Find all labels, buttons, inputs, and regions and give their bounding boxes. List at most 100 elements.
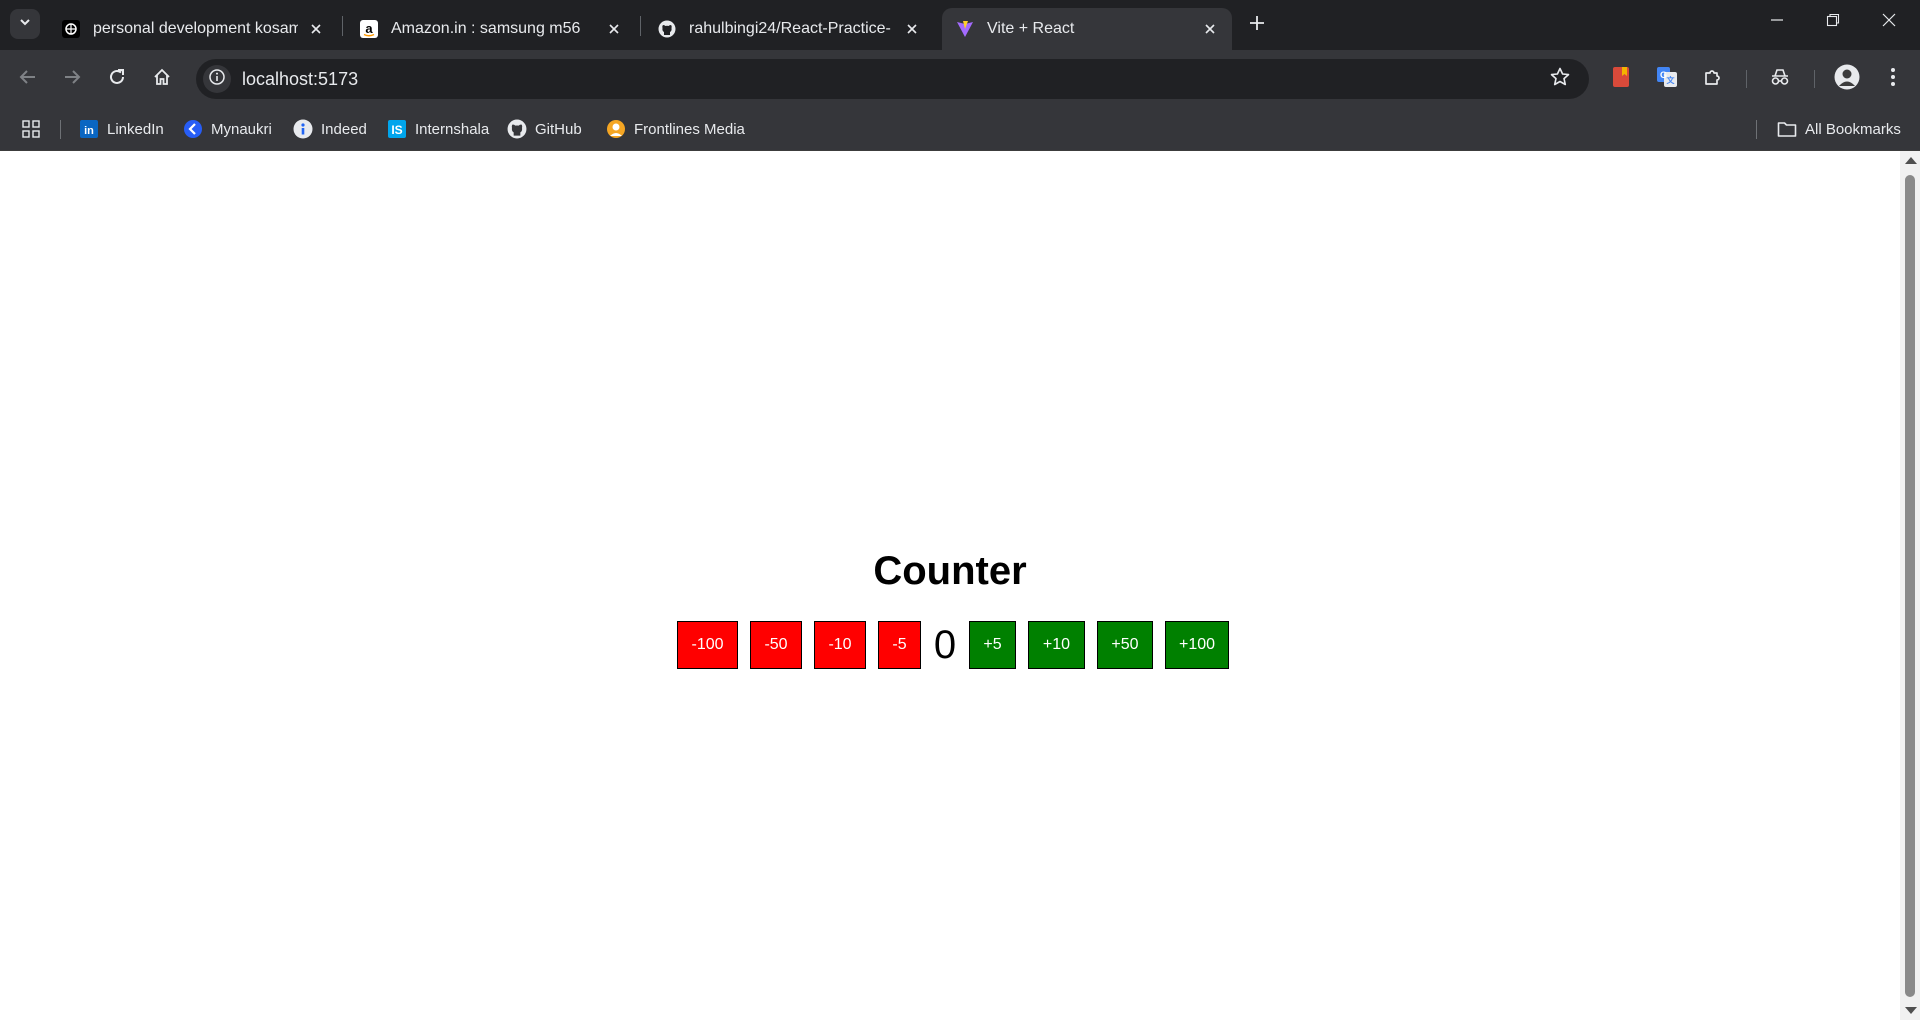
increment-10-button[interactable]: +10 — [1028, 621, 1085, 669]
plus-icon — [1249, 15, 1265, 36]
kosam-favicon — [62, 20, 80, 38]
bookmark-frontlines-media[interactable]: Frontlines Media — [606, 116, 745, 142]
bookmark-label: Mynaukri — [211, 120, 272, 138]
decrement-5-button[interactable]: -5 — [878, 621, 921, 669]
tab-search-button[interactable] — [10, 9, 40, 39]
github-icon — [507, 119, 527, 139]
close-icon — [1882, 13, 1896, 32]
reload-button[interactable] — [101, 63, 133, 95]
close-tab-icon[interactable] — [306, 19, 326, 39]
counter-controls: -100 -50 -10 -5 0 +5 +10 +50 +100 — [677, 621, 1229, 669]
increment-50-button[interactable]: +50 — [1097, 621, 1153, 669]
all-bookmarks-label: All Bookmarks — [1805, 120, 1901, 138]
tab-amazon[interactable]: a Amazon.in : samsung m56 — [346, 8, 636, 50]
toolbar-separator — [1814, 70, 1815, 88]
bookmarks-bar: in LinkedIn Mynaukri Indeed IS Internsha… — [0, 108, 1920, 151]
url-text[interactable]: localhost:5173 — [242, 69, 358, 90]
bookmark-indeed[interactable]: Indeed — [293, 116, 367, 142]
back-arrow-icon — [19, 68, 37, 91]
close-window-button[interactable] — [1861, 0, 1917, 44]
tab-strip: personal development kosam o a Amazon.in… — [0, 0, 1920, 50]
incognito-button[interactable] — [1767, 66, 1793, 92]
info-icon — [209, 68, 225, 90]
internshala-icon: IS — [387, 119, 407, 139]
extension-bookmark[interactable] — [1608, 66, 1634, 92]
tab-title: Vite + React — [987, 20, 1075, 37]
apps-button[interactable] — [21, 116, 49, 142]
tab-vite-react[interactable]: Vite + React — [942, 8, 1232, 50]
bookmark-label: LinkedIn — [107, 120, 164, 138]
vite-favicon — [956, 20, 974, 38]
linkedin-icon: in — [79, 119, 99, 139]
home-button[interactable] — [146, 63, 178, 95]
bookmark-github[interactable]: GitHub — [507, 116, 582, 142]
increment-100-button[interactable]: +100 — [1165, 621, 1229, 669]
site-info-button[interactable] — [203, 65, 231, 93]
new-tab-button[interactable] — [1243, 11, 1271, 39]
extensions-menu-button[interactable] — [1700, 66, 1726, 92]
indeed-icon — [293, 119, 313, 139]
tab-title: Amazon.in : samsung m56 — [391, 20, 581, 37]
svg-text:文: 文 — [1667, 75, 1676, 85]
increment-5-button[interactable]: +5 — [969, 621, 1016, 669]
minimize-icon — [1770, 13, 1784, 32]
tab-separator — [342, 16, 343, 36]
bookmarks-separator — [1756, 120, 1757, 139]
tab-github-repo[interactable]: rahulbingi24/React-Practice- — [644, 8, 934, 50]
bookmark-linkedin[interactable]: in LinkedIn — [79, 116, 164, 142]
mynaukri-icon — [183, 119, 203, 139]
toolbar-separator — [1746, 70, 1747, 88]
github-favicon — [658, 20, 676, 38]
red-bookmark-extension-icon — [1611, 66, 1631, 93]
close-tab-icon[interactable] — [1200, 19, 1220, 39]
profile-avatar[interactable] — [1834, 64, 1860, 95]
extension-translate[interactable]: G文 — [1654, 66, 1680, 92]
svg-text:a: a — [365, 21, 373, 36]
bookmarks-separator — [60, 120, 61, 139]
google-translate-icon: G文 — [1656, 66, 1678, 93]
star-icon — [1550, 67, 1570, 92]
restore-icon — [1826, 13, 1840, 32]
all-bookmarks-button[interactable]: All Bookmarks — [1777, 116, 1901, 142]
kebab-menu-icon — [1890, 67, 1896, 92]
bookmark-label: GitHub — [535, 120, 582, 138]
apps-grid-icon — [21, 119, 41, 139]
minimize-button[interactable] — [1749, 0, 1805, 44]
scrollbar-thumb[interactable] — [1905, 175, 1915, 997]
tab-personal-development[interactable]: personal development kosam o — [48, 8, 338, 50]
svg-text:in: in — [84, 125, 94, 137]
svg-text:IS: IS — [391, 123, 402, 137]
browser-toolbar: localhost:5173 G文 — [0, 50, 1920, 108]
restore-button[interactable] — [1805, 0, 1861, 44]
bookmark-mynaukri[interactable]: Mynaukri — [183, 116, 272, 142]
bookmark-label: Indeed — [321, 120, 367, 138]
chevron-down-icon — [18, 15, 32, 34]
page-viewport: Counter -100 -50 -10 -5 0 +5 +10 +50 +10… — [0, 151, 1900, 1020]
home-icon — [153, 68, 171, 91]
browser-menu-button[interactable] — [1880, 66, 1906, 92]
forward-button[interactable] — [56, 63, 88, 95]
page-title: Counter — [873, 549, 1027, 593]
tab-separator — [640, 16, 641, 36]
forward-arrow-icon — [63, 68, 81, 91]
decrement-50-button[interactable]: -50 — [750, 621, 802, 669]
bookmark-internshala[interactable]: IS Internshala — [387, 116, 489, 142]
reload-icon — [108, 68, 126, 91]
tab-title: personal development kosam o — [93, 20, 298, 37]
address-bar[interactable]: localhost:5173 — [196, 59, 1589, 99]
close-tab-icon[interactable] — [902, 19, 922, 39]
bookmark-label: Internshala — [415, 120, 490, 138]
avatar-icon — [1834, 64, 1860, 95]
decrement-100-button[interactable]: -100 — [677, 621, 738, 669]
frontlines-icon — [606, 119, 626, 139]
bookmark-star-button[interactable] — [1549, 67, 1571, 92]
scroll-up-arrow-icon[interactable] — [1905, 157, 1917, 164]
counter-value: 0 — [933, 622, 957, 667]
vertical-scrollbar[interactable] — [1900, 151, 1920, 1020]
bookmark-label: Frontlines Media — [634, 120, 745, 138]
scroll-down-arrow-icon[interactable] — [1905, 1007, 1917, 1014]
back-button[interactable] — [12, 63, 44, 95]
close-tab-icon[interactable] — [604, 19, 624, 39]
decrement-10-button[interactable]: -10 — [814, 621, 866, 669]
puzzle-icon — [1703, 67, 1723, 92]
